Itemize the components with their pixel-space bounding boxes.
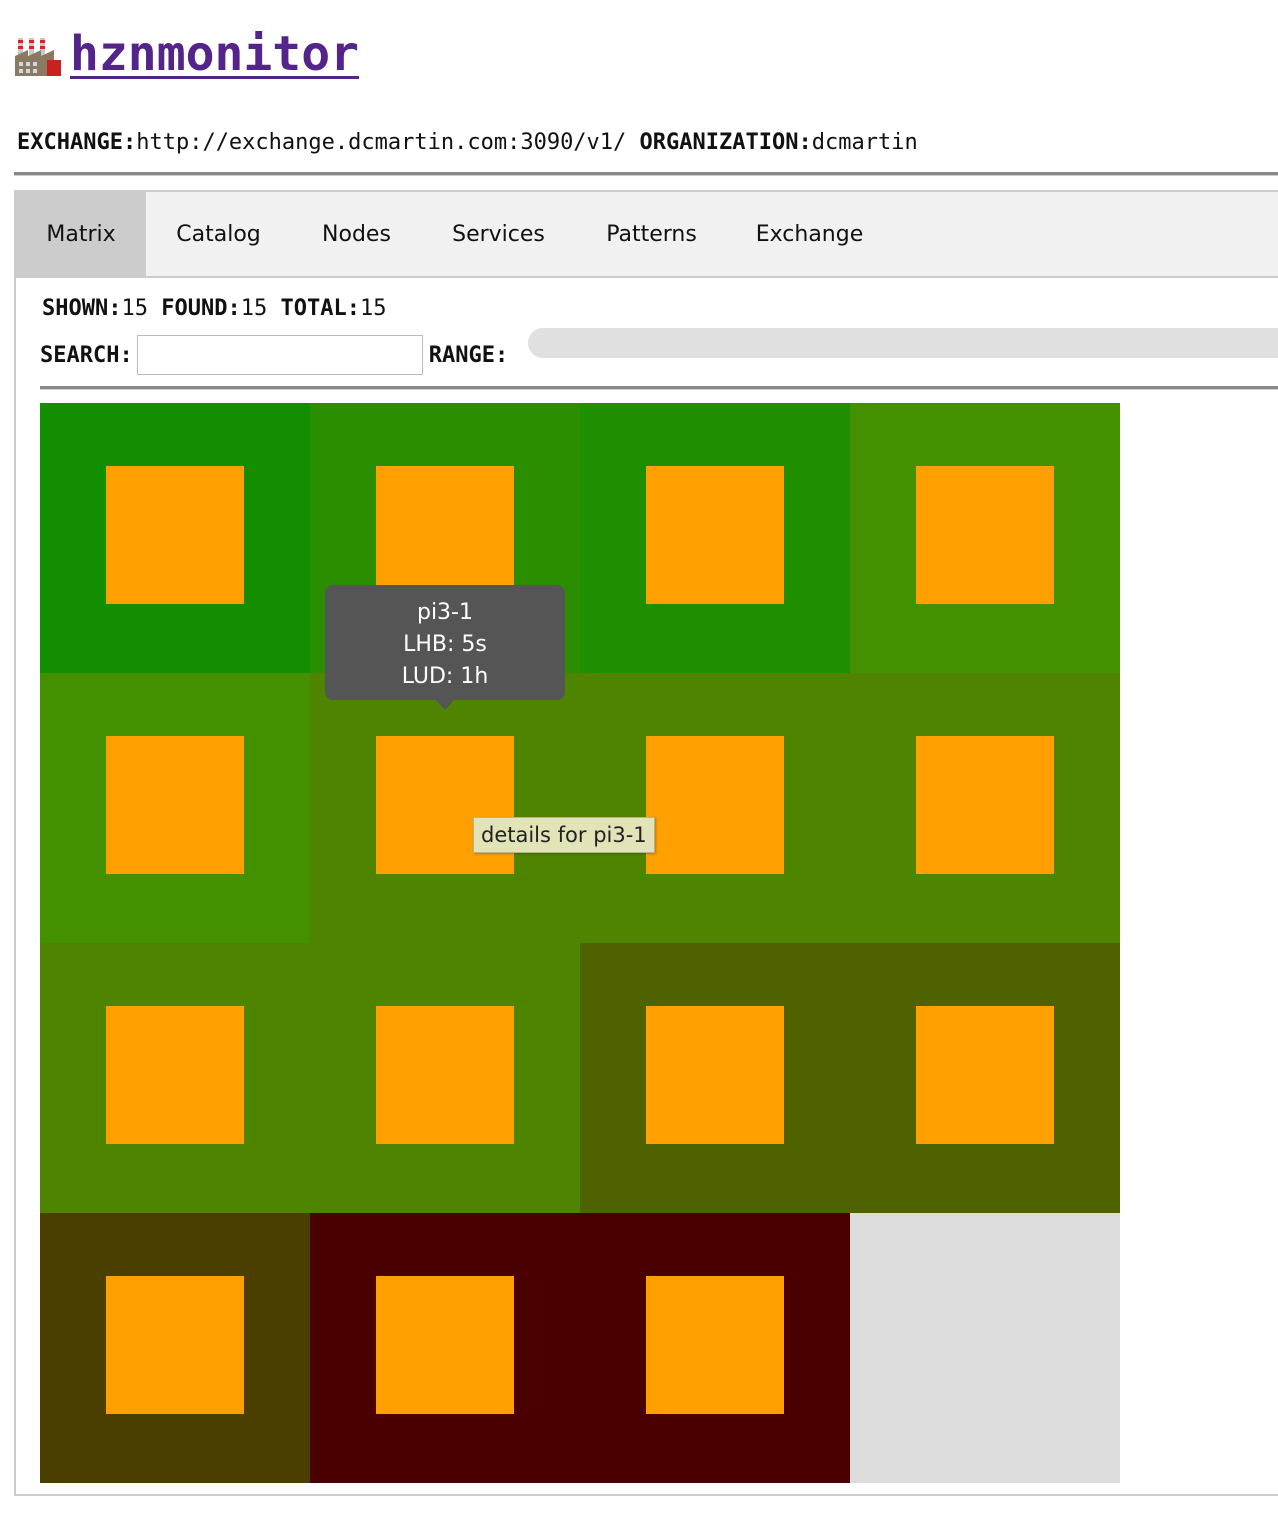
matrix-cell[interactable]: [310, 673, 580, 943]
tab-services[interactable]: Services: [422, 192, 575, 276]
matrix-cell[interactable]: [850, 403, 1120, 673]
node-status-square[interactable]: [106, 736, 244, 874]
app-title-link[interactable]: hznmonitor: [70, 30, 359, 78]
tab-bar: Matrix Catalog Nodes Services Patterns E…: [16, 192, 1278, 278]
exchange-label: EXCHANGE:: [17, 130, 137, 155]
factory-icon: [14, 30, 62, 78]
node-status-square[interactable]: [916, 466, 1054, 604]
app-header: hznmonitor: [14, 30, 359, 78]
total-value: 15: [359, 296, 387, 321]
node-status-square[interactable]: [646, 736, 784, 874]
tooltip-lud: LUD: 1h: [401, 664, 489, 689]
search-label: SEARCH:: [40, 342, 133, 368]
matrix-cell[interactable]: [310, 943, 580, 1213]
node-status-square[interactable]: [376, 1006, 514, 1144]
matrix-cell[interactable]: [580, 403, 850, 673]
tab-catalog[interactable]: Catalog: [146, 192, 291, 276]
node-status-square[interactable]: [376, 736, 514, 874]
controls-divider: [40, 386, 1278, 390]
matrix-cell[interactable]: [40, 1213, 310, 1483]
node-matrix: [40, 403, 1120, 1483]
details-title-tooltip: details for pi3-1: [473, 817, 655, 853]
node-status-square[interactable]: [376, 466, 514, 604]
header-divider: [14, 172, 1278, 176]
exchange-info: EXCHANGE:http://exchange.dcmartin.com:30…: [17, 128, 918, 158]
node-tooltip: pi3-1 LHB: 5s LUD: 1h: [325, 585, 565, 700]
tab-nodes[interactable]: Nodes: [291, 192, 422, 276]
matrix-cell[interactable]: [850, 943, 1120, 1213]
matrix-cell[interactable]: [310, 1213, 580, 1483]
node-status-square[interactable]: [106, 466, 244, 604]
matrix-cell[interactable]: [850, 673, 1120, 943]
matrix-cell[interactable]: [40, 943, 310, 1213]
matrix-cell[interactable]: [580, 673, 850, 943]
matrix-cell-empty: [850, 1213, 1120, 1483]
matrix-cell[interactable]: [580, 1213, 850, 1483]
matrix-cell[interactable]: [40, 403, 310, 673]
range-slider[interactable]: [528, 328, 1278, 358]
node-status-square[interactable]: [646, 1276, 784, 1414]
node-status-square[interactable]: [106, 1276, 244, 1414]
search-row: SEARCH: RANGE:: [40, 334, 512, 376]
matrix-cell[interactable]: [580, 943, 850, 1213]
tooltip-node-name: pi3-1: [416, 600, 473, 625]
stats-line: SHOWN:15 FOUND:15 TOTAL:15: [42, 292, 386, 326]
node-status-square[interactable]: [916, 736, 1054, 874]
found-label: FOUND:: [161, 296, 241, 321]
shown-label: SHOWN:: [42, 296, 122, 321]
organization-value: dcmartin: [811, 130, 918, 155]
node-status-square[interactable]: [916, 1006, 1054, 1144]
found-value: 15: [240, 296, 268, 321]
node-status-square[interactable]: [376, 1276, 514, 1414]
tab-patterns[interactable]: Patterns: [575, 192, 728, 276]
node-status-square[interactable]: [646, 466, 784, 604]
shown-value: 15: [121, 296, 148, 321]
node-status-square[interactable]: [646, 1006, 784, 1144]
exchange-url: http://exchange.dcmartin.com:3090/v1/: [136, 130, 627, 155]
tooltip-arrow: [436, 700, 454, 710]
tooltip-lhb: LHB: 5s: [403, 632, 487, 657]
total-label: TOTAL:: [280, 296, 360, 321]
search-input[interactable]: [136, 335, 423, 375]
range-label: RANGE:: [428, 342, 509, 368]
organization-label: ORGANIZATION:: [639, 130, 812, 155]
matrix-cell[interactable]: [40, 673, 310, 943]
node-status-square[interactable]: [106, 1006, 244, 1144]
tab-matrix[interactable]: Matrix: [16, 192, 146, 276]
tab-exchange[interactable]: Exchange: [728, 192, 891, 276]
